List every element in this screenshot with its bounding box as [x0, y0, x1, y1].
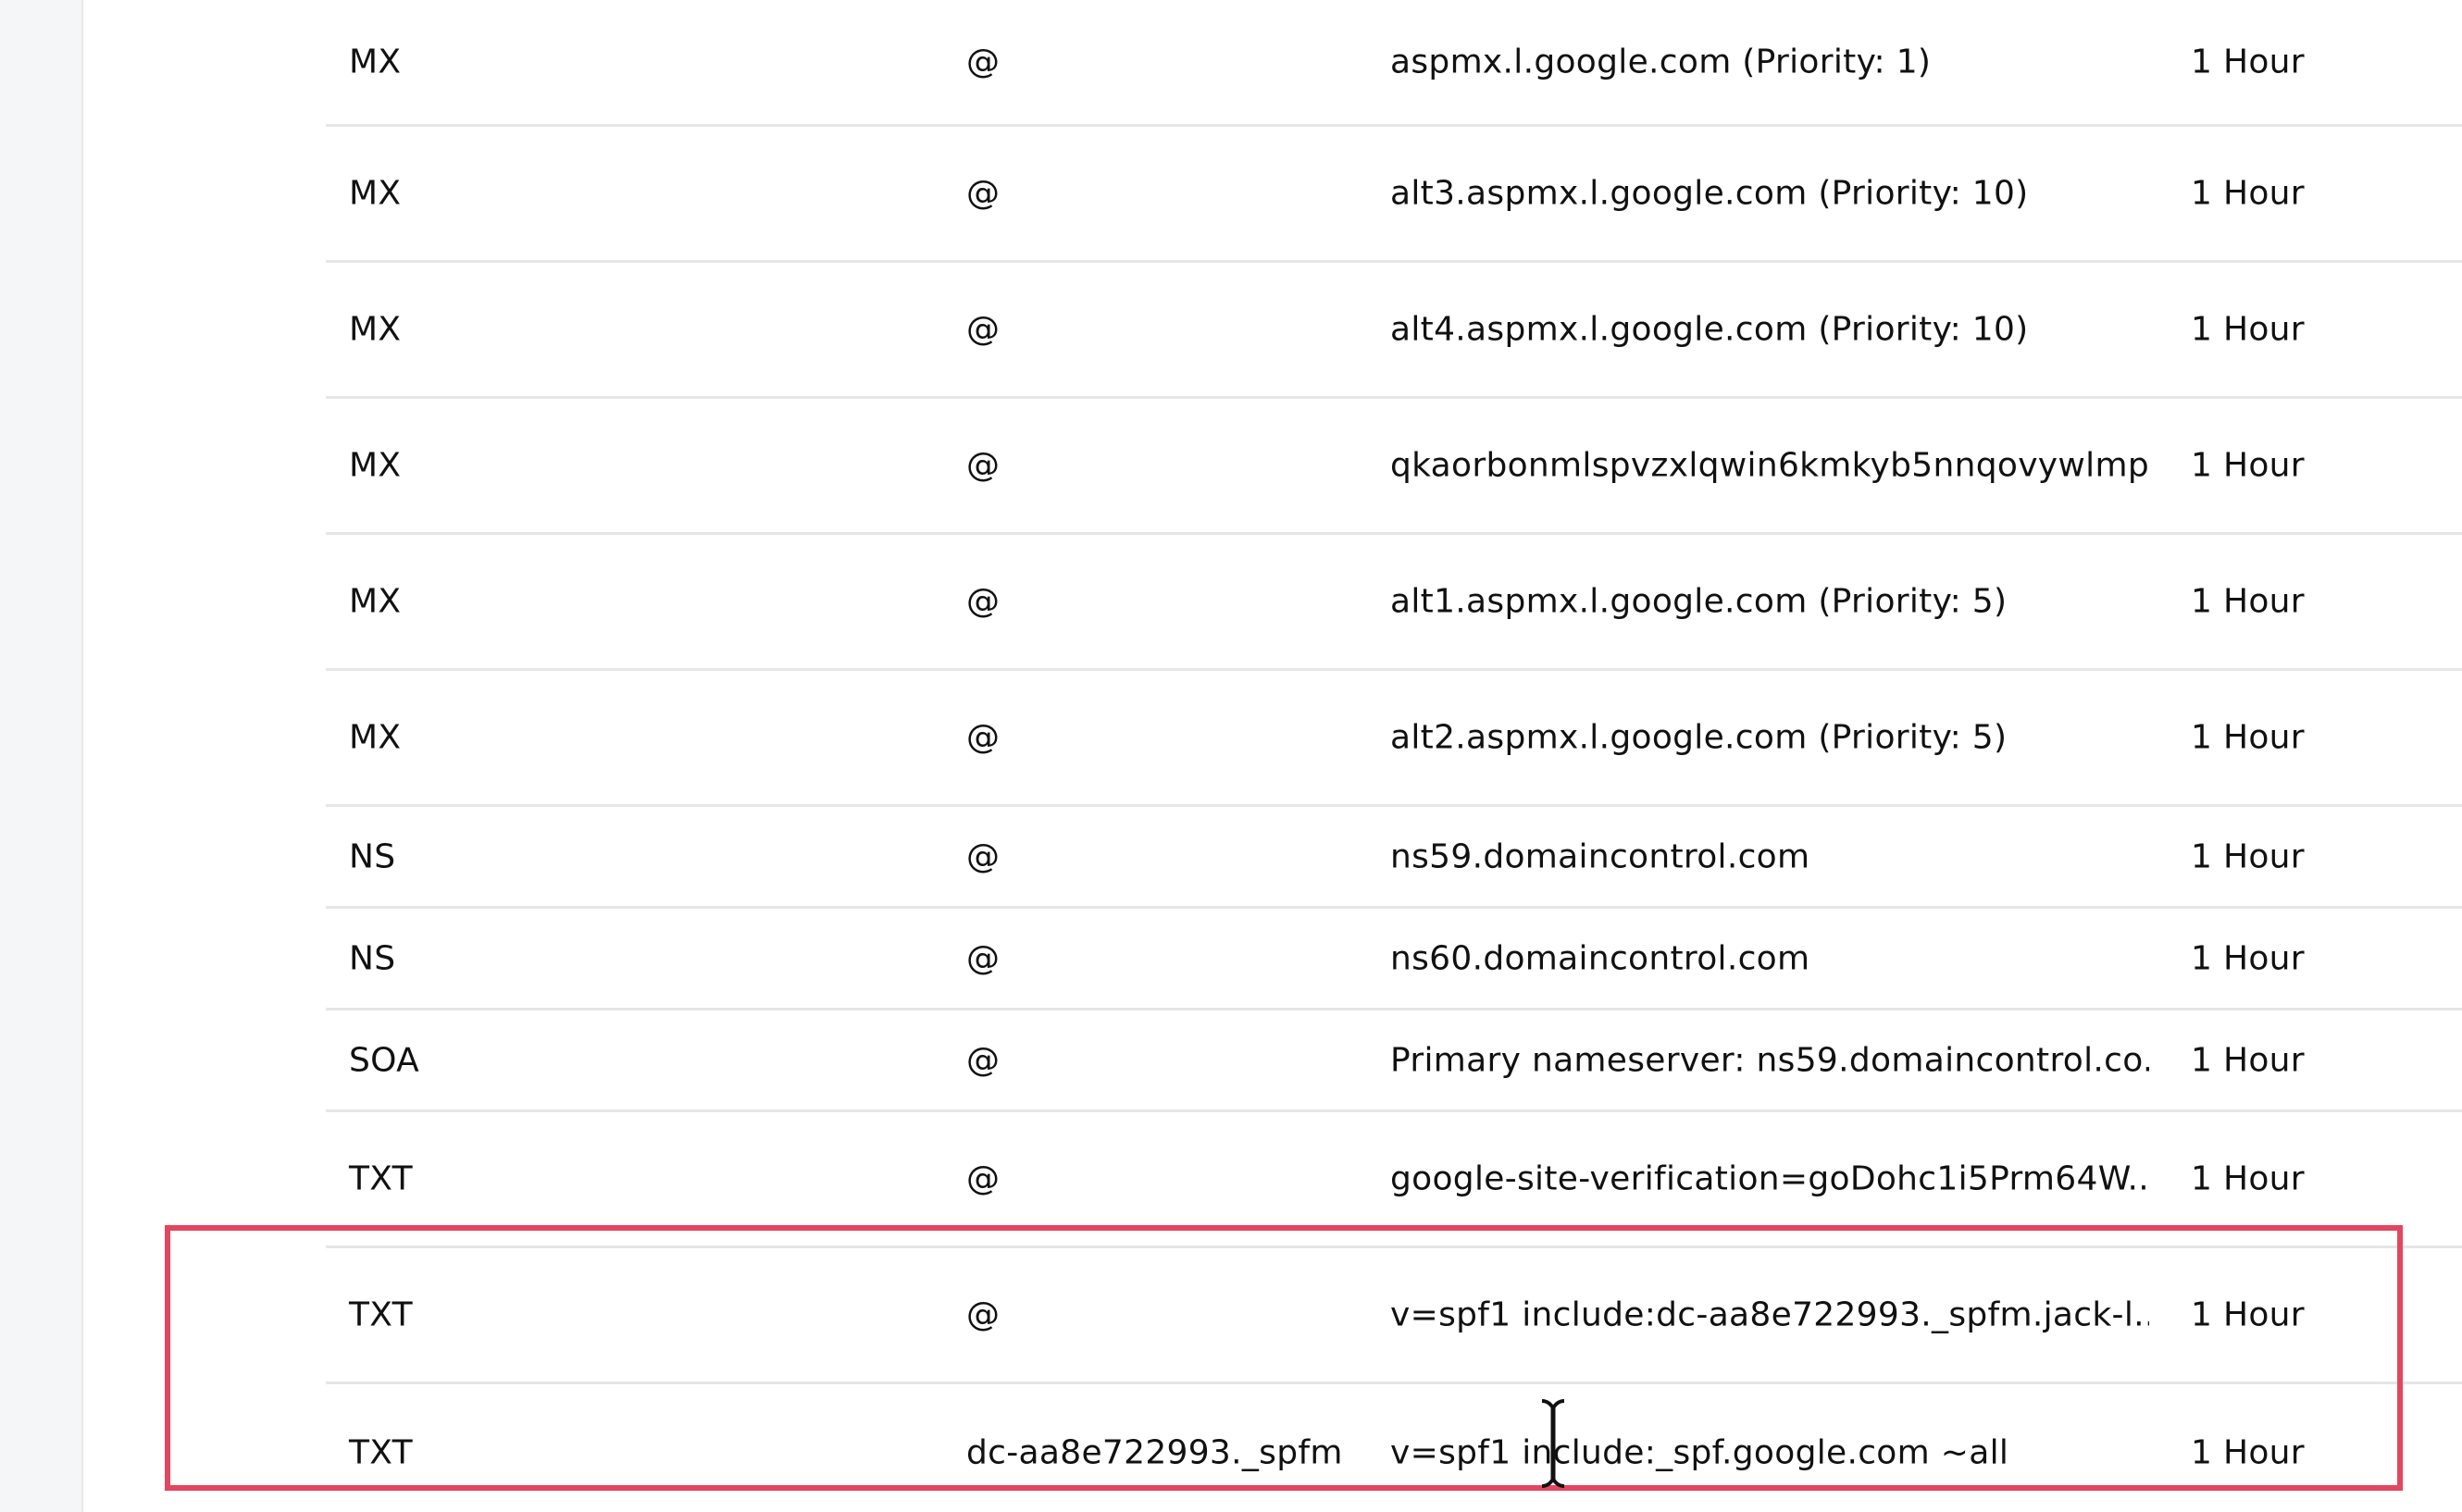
record-name: @: [966, 837, 1001, 875]
table-row[interactable]: NS @ ns59.domaincontrol.com 1 Hour: [326, 807, 2462, 909]
record-value: aspmx.l.google.com (Priority: 1): [1390, 43, 1932, 81]
record-type: MX: [349, 582, 402, 621]
table-row[interactable]: TXT dc-aa8e722993._spfm v=spf1 include:_…: [326, 1384, 2462, 1512]
table-row[interactable]: MX @ alt4.aspmx.l.google.com (Priority: …: [326, 263, 2462, 399]
table-row[interactable]: SOA @ Primary nameserver: ns59.domaincon…: [326, 1010, 2462, 1112]
record-type: TXT: [349, 1295, 413, 1334]
record-name: @: [966, 1041, 1001, 1079]
record-value: v=spf1 include:_spf.google.com ~all: [1390, 1433, 2009, 1471]
record-name: @: [966, 939, 1001, 977]
table-row[interactable]: TXT @ google-site-verification=goDohc1i5…: [326, 1112, 2462, 1248]
record-value: ns59.domaincontrol.com: [1390, 837, 1810, 875]
record-type: MX: [349, 43, 402, 81]
record-ttl: 1 Hour: [2191, 1159, 2305, 1198]
left-sidebar: [0, 0, 83, 1512]
record-type: MX: [349, 446, 402, 485]
table-row[interactable]: MX @ aspmx.l.google.com (Priority: 1) 1 …: [326, 0, 2462, 127]
dns-records-table: MX @ aspmx.l.google.com (Priority: 1) 1 …: [326, 0, 2462, 1512]
record-name: @: [966, 174, 1001, 213]
table-row[interactable]: MX @ alt2.aspmx.l.google.com (Priority: …: [326, 671, 2462, 807]
record-ttl: 1 Hour: [2191, 446, 2305, 485]
record-name: dc-aa8e722993._spfm: [966, 1433, 1343, 1471]
record-ttl: 1 Hour: [2191, 174, 2305, 213]
record-name: @: [966, 446, 1001, 485]
table-row[interactable]: MX @ alt3.aspmx.l.google.com (Priority: …: [326, 127, 2462, 263]
record-ttl: 1 Hour: [2191, 1041, 2305, 1079]
record-name: @: [966, 1159, 1001, 1198]
record-ttl: 1 Hour: [2191, 837, 2305, 875]
record-value: qkaorbonmlspvzxlqwin6kmkyb5nnqovywlmp...: [1390, 446, 2149, 485]
record-type: TXT: [349, 1433, 413, 1471]
record-type: NS: [349, 939, 396, 977]
record-type: NS: [349, 837, 396, 875]
record-ttl: 1 Hour: [2191, 939, 2305, 977]
record-ttl: 1 Hour: [2191, 1433, 2305, 1471]
record-ttl: 1 Hour: [2191, 1295, 2305, 1334]
record-value: ns60.domaincontrol.com: [1390, 939, 1810, 977]
dns-records-page: MX @ aspmx.l.google.com (Priority: 1) 1 …: [0, 0, 2462, 1512]
record-name: @: [966, 43, 1001, 81]
record-value: Primary nameserver: ns59.domaincontrol.c…: [1390, 1041, 2149, 1079]
record-ttl: 1 Hour: [2191, 582, 2305, 621]
record-type: SOA: [349, 1041, 420, 1079]
record-name: @: [966, 1295, 1001, 1334]
record-value: alt2.aspmx.l.google.com (Priority: 5): [1390, 718, 2008, 757]
record-value: google-site-verification=goDohc1i5Prm64W…: [1390, 1159, 2149, 1198]
record-type: MX: [349, 718, 402, 757]
record-ttl: 1 Hour: [2191, 310, 2305, 349]
record-type: MX: [349, 174, 402, 213]
record-value: alt1.aspmx.l.google.com (Priority: 5): [1390, 582, 2008, 621]
table-row[interactable]: MX @ qkaorbonmlspvzxlqwin6kmkyb5nnqovywl…: [326, 399, 2462, 535]
record-value: v=spf1 include:dc-aa8e722993._spfm.jack-…: [1390, 1295, 2149, 1334]
record-ttl: 1 Hour: [2191, 43, 2305, 81]
table-row[interactable]: TXT @ v=spf1 include:dc-aa8e722993._spfm…: [326, 1248, 2462, 1384]
record-type: MX: [349, 310, 402, 349]
record-type: TXT: [349, 1159, 413, 1198]
record-ttl: 1 Hour: [2191, 718, 2305, 757]
table-row[interactable]: MX @ alt1.aspmx.l.google.com (Priority: …: [326, 535, 2462, 671]
record-name: @: [966, 310, 1001, 349]
table-row[interactable]: NS @ ns60.domaincontrol.com 1 Hour: [326, 909, 2462, 1010]
record-value: alt4.aspmx.l.google.com (Priority: 10): [1390, 310, 2029, 349]
record-value: alt3.aspmx.l.google.com (Priority: 10): [1390, 174, 2029, 213]
record-name: @: [966, 718, 1001, 757]
record-name: @: [966, 582, 1001, 621]
